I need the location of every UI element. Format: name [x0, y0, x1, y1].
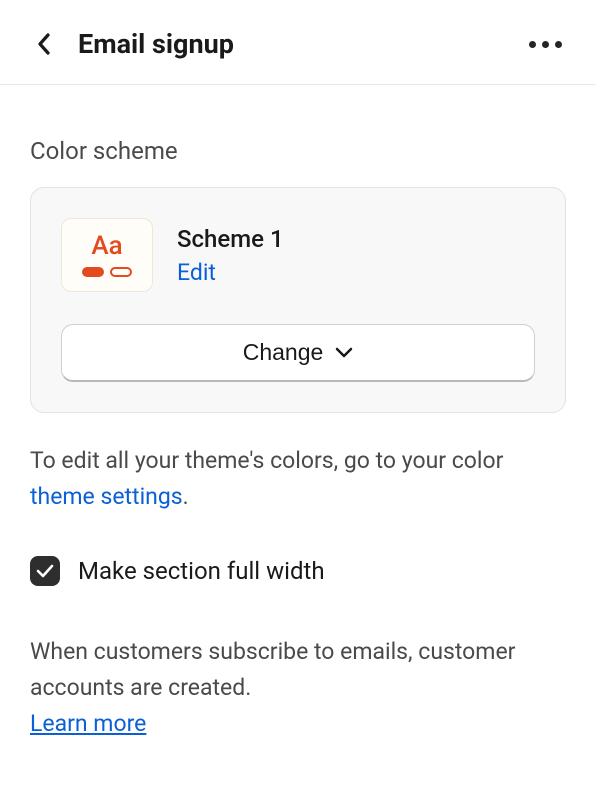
chevron-down-icon — [335, 347, 353, 359]
pill-outline-icon — [110, 267, 132, 277]
change-scheme-button[interactable]: Change — [61, 324, 535, 382]
theme-settings-link[interactable]: theme settings — [30, 483, 183, 510]
learn-more-link[interactable]: Learn more — [30, 710, 146, 737]
panel-header: Email signup — [0, 0, 596, 85]
scheme-preview-pills — [82, 267, 132, 277]
more-menu-button[interactable] — [525, 37, 566, 52]
scheme-info: Scheme 1 Edit — [177, 225, 284, 286]
full-width-checkbox-label: Make section full width — [78, 557, 325, 585]
color-scheme-card: Aa Scheme 1 Edit Change — [30, 187, 566, 413]
scheme-name: Scheme 1 — [177, 225, 284, 253]
more-dots-icon — [529, 41, 536, 48]
header-left-group: Email signup — [30, 28, 234, 60]
full-width-checkbox[interactable] — [30, 556, 60, 586]
scheme-preview-text: Aa — [91, 233, 122, 259]
panel-content: Color scheme Aa Scheme 1 Edit Change To … — [0, 85, 596, 771]
page-title: Email signup — [78, 28, 234, 60]
scheme-preview-swatch: Aa — [61, 218, 153, 292]
pill-filled-icon — [82, 267, 104, 277]
help-prefix: To edit all your theme's colors, go to y… — [30, 447, 503, 474]
theme-settings-help-text: To edit all your theme's colors, go to y… — [30, 443, 566, 514]
color-scheme-label: Color scheme — [30, 137, 566, 165]
help-suffix: . — [183, 483, 189, 510]
change-button-label: Change — [243, 339, 324, 366]
full-width-checkbox-row: Make section full width — [30, 556, 566, 586]
subscribe-info-body: When customers subscribe to emails, cust… — [30, 638, 515, 701]
chevron-left-icon — [37, 33, 51, 55]
back-button[interactable] — [30, 30, 58, 58]
edit-scheme-link[interactable]: Edit — [177, 259, 284, 286]
checkmark-icon — [36, 564, 54, 578]
subscribe-info-text: When customers subscribe to emails, cust… — [30, 634, 566, 741]
scheme-row: Aa Scheme 1 Edit — [61, 218, 535, 292]
